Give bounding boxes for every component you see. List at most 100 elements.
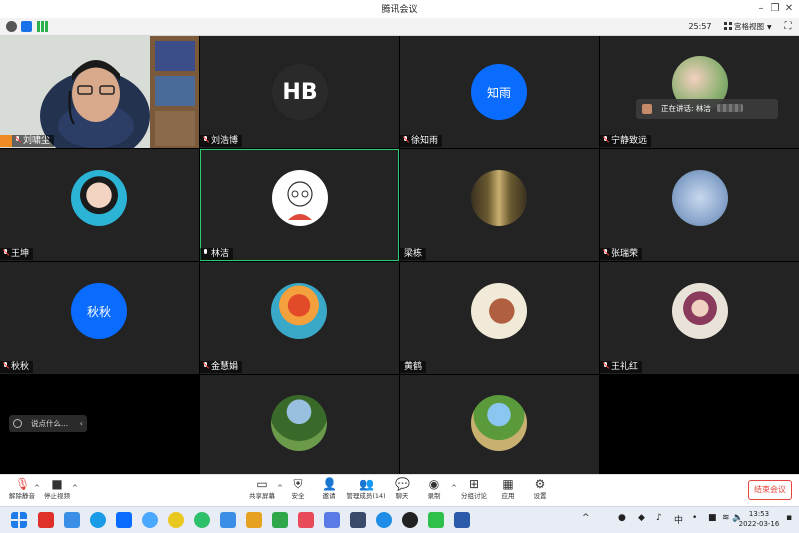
app-icon[interactable]	[142, 512, 158, 528]
chevron-up-icon[interactable]: ^	[582, 513, 590, 523]
grid-view-label: 宫格视图	[734, 22, 764, 31]
video-tile[interactable]: 张瑞荣	[600, 149, 799, 261]
clock-date: 2022-03-16	[738, 520, 780, 528]
app-icon[interactable]	[298, 512, 314, 528]
mic-muted-icon	[602, 249, 609, 257]
chat-input[interactable]: 说点什么... ‹	[9, 415, 87, 432]
avatar	[471, 283, 527, 339]
system-clock[interactable]: 13:53 2022-03-16	[735, 509, 783, 529]
breakout-icon: ⊞	[468, 477, 480, 491]
speaking-prefix: 正在讲话:	[661, 104, 694, 113]
video-tile-active-speaker[interactable]: 林洁	[200, 149, 399, 261]
mic-muted-icon	[2, 249, 9, 257]
settings-button[interactable]: ⚙ 设置	[518, 478, 562, 506]
grid-view-button[interactable]: 宫格视图 ▼	[720, 20, 776, 34]
participant-name: 刘啸尘	[23, 136, 51, 146]
avatar-sketch	[287, 181, 313, 220]
app-icon[interactable]	[324, 512, 340, 528]
restore-icon[interactable]: ❐	[769, 3, 781, 15]
app-icon[interactable]	[220, 512, 236, 528]
app-icon[interactable]	[64, 512, 80, 528]
tencent-meeting-icon[interactable]	[116, 512, 132, 528]
stop-video-button[interactable]: ■ 停止视频	[35, 478, 79, 506]
mic-muted-icon	[602, 362, 609, 370]
video-tile[interactable]: 秋秋 秋秋	[0, 262, 199, 374]
video-tile[interactable]: 黄鹤	[400, 262, 599, 374]
app-icon[interactable]	[246, 512, 262, 528]
record-icon: ◉	[428, 477, 440, 491]
minimize-icon[interactable]: –	[755, 3, 767, 15]
mic-icon[interactable]: ♪	[656, 513, 662, 523]
participant-name: 秋秋	[11, 362, 30, 372]
wechat-icon[interactable]	[428, 512, 444, 528]
video-tile[interactable]: 知雨 徐知雨	[400, 36, 599, 148]
avatar	[471, 395, 527, 451]
speaker-avatar	[642, 104, 652, 114]
chevron-up-icon[interactable]: ^	[72, 484, 78, 492]
redacted-text	[716, 104, 743, 112]
app-icon[interactable]	[90, 512, 106, 528]
participant-name: 梁栋	[404, 249, 423, 259]
clock-time: 13:53	[748, 510, 770, 518]
close-icon[interactable]: ✕	[783, 3, 795, 15]
video-tile[interactable]: 王坤	[0, 149, 199, 261]
participant-name: 林洁	[211, 249, 230, 259]
participant-name: 宁静致远	[611, 136, 648, 146]
app-icon[interactable]	[350, 512, 366, 528]
edge-icon[interactable]	[376, 512, 392, 528]
video-tile[interactable]	[200, 375, 399, 474]
mic-muted-icon: 🎙	[15, 477, 31, 491]
qq-icon[interactable]	[402, 512, 418, 528]
tray-app-icon[interactable]: ●	[618, 513, 626, 523]
record-label: 录制	[427, 492, 441, 500]
tray-app-icon[interactable]: ■	[708, 513, 717, 523]
participant-name-tag: 金慧娟	[200, 361, 243, 373]
title-bar: 腾讯会议 – ❐ ✕	[0, 0, 799, 18]
chevron-down-icon: ▼	[767, 24, 772, 31]
chevron-left-icon[interactable]: ‹	[80, 415, 83, 432]
ime-indicator[interactable]: 中	[674, 513, 683, 526]
tray-app-icon[interactable]: ◆	[638, 513, 645, 523]
mic-muted-icon	[402, 136, 409, 144]
mic-muted-icon	[202, 136, 209, 144]
app-icon[interactable]	[272, 512, 288, 528]
video-tile[interactable]: 梁栋	[400, 149, 599, 261]
app-icon[interactable]	[38, 512, 54, 528]
video-tile[interactable]: 金慧娟	[200, 262, 399, 374]
participant-name: 刘浩博	[211, 136, 239, 146]
gear-icon: ⚙	[534, 477, 546, 491]
info-icon[interactable]	[6, 21, 17, 32]
meeting-info-bar: 25:57 宫格视图 ▼ ⛶	[0, 18, 799, 36]
avatar	[672, 283, 728, 339]
end-meeting-button[interactable]: 结束会议	[748, 480, 792, 500]
participant-name: 黄鹤	[404, 362, 423, 372]
wifi-icon[interactable]: ≋	[722, 513, 730, 523]
fullscreen-icon[interactable]: ⛶	[782, 21, 794, 33]
participant-name-tag: 宁静致远	[600, 135, 652, 147]
avatar	[271, 395, 327, 451]
mic-muted-icon	[14, 136, 21, 144]
invite-user-icon: 👤	[322, 477, 337, 491]
start-menu-icon[interactable]	[11, 512, 27, 528]
record-button[interactable]: ◉ 录制	[412, 478, 456, 506]
shield-icon[interactable]	[21, 21, 32, 32]
windows-taskbar: ^ ● ◆ ♪ 中 • ■ ≋ 🔈 13:53 2022-03-16 ▪	[0, 506, 799, 533]
avatar: 秋秋	[71, 283, 127, 339]
word-icon[interactable]	[454, 512, 470, 528]
notification-icon[interactable]: ▪	[786, 513, 792, 523]
video-tile[interactable]: HB 刘浩博	[200, 36, 399, 148]
video-tile[interactable]: 王礼红	[600, 262, 799, 374]
tray-app-icon[interactable]: •	[692, 513, 697, 523]
video-grid: 刘啸尘 HB 刘浩博 知雨 徐知雨 宁静致远 王坤 林洁 梁栋 张瑞荣 秋秋 秋…	[0, 36, 799, 474]
app-icon[interactable]	[194, 512, 210, 528]
app-icon[interactable]	[168, 512, 184, 528]
video-tile[interactable]: 刘啸尘	[0, 36, 199, 148]
participant-name-tag: 刘浩博	[200, 135, 243, 147]
participant-name-tag: 王礼红	[600, 361, 643, 373]
window-title: 腾讯会议	[381, 5, 418, 15]
signal-icon[interactable]	[37, 21, 48, 32]
participant-name-tag: 张瑞荣	[600, 248, 643, 260]
video-tile[interactable]: 宁静致远	[600, 36, 799, 148]
video-tile[interactable]	[400, 375, 599, 474]
avatar	[672, 170, 728, 226]
